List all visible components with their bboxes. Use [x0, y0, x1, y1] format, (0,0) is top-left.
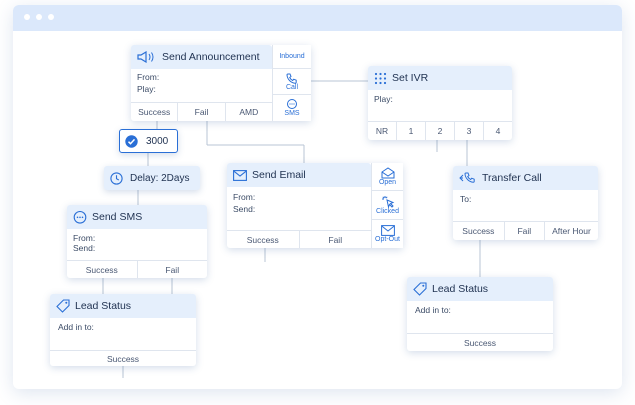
- play-field: Play:: [137, 84, 156, 94]
- side-output-inbound[interactable]: Inbound: [273, 45, 311, 69]
- node-header: Send Announcement: [131, 45, 272, 69]
- node-title: Send SMS: [92, 211, 143, 223]
- clock-icon: [110, 171, 123, 185]
- side-output-open[interactable]: Open: [372, 163, 403, 191]
- side-label: SMS: [284, 110, 300, 117]
- chat-bubble-icon: [73, 210, 87, 224]
- side-label: Call: [285, 83, 299, 91]
- phone-icon: [286, 73, 298, 84]
- node-side-outputs: Open Clicked Opt-Out: [371, 163, 403, 248]
- output-success[interactable]: Success: [227, 231, 300, 248]
- send-email-node[interactable]: Send Email From: Send: Success Fail Open…: [227, 163, 403, 248]
- node-outputs: Success: [50, 350, 196, 366]
- side-label: Inbound: [279, 53, 305, 60]
- lead-status-node[interactable]: Lead Status Add in to: Success: [407, 277, 553, 351]
- node-title: Send Email: [252, 169, 306, 181]
- lead-status-node[interactable]: Lead Status Add in to: Success: [50, 294, 196, 366]
- set-ivr-node[interactable]: Set IVR Play: NR 1 2 3 4: [368, 66, 512, 140]
- add-in-to-field: Add in to:: [58, 322, 94, 332]
- add-in-to-field: Add in to:: [415, 305, 451, 315]
- envelope-icon: [380, 225, 395, 236]
- output-success[interactable]: Success: [50, 351, 196, 366]
- counter-value: 3000: [146, 135, 169, 147]
- output-fail[interactable]: Fail: [138, 261, 208, 278]
- output-4[interactable]: 4: [484, 122, 512, 140]
- side-output-clicked[interactable]: Clicked: [372, 191, 403, 220]
- output-after-hour[interactable]: After Hour: [545, 222, 598, 240]
- output-1[interactable]: 1: [397, 122, 426, 140]
- from-field: From:: [137, 72, 160, 82]
- node-title: Lead Status: [432, 283, 489, 295]
- side-label: Opt-Out: [375, 236, 400, 243]
- to-field: To:: [460, 194, 472, 204]
- node-side-outputs: Inbound Call SMS: [272, 45, 311, 121]
- node-outputs: Success Fail: [227, 230, 371, 248]
- keypad-icon: [374, 72, 387, 85]
- node-header: Lead Status: [407, 277, 553, 301]
- output-3[interactable]: 3: [455, 122, 484, 140]
- send-sms-node[interactable]: Send SMS From: Send: Success Fail: [67, 205, 207, 278]
- transfer-call-node[interactable]: Transfer Call To: Success Fail After Hou…: [453, 166, 598, 240]
- check-circle-icon: [125, 134, 138, 148]
- open-mail-icon: [381, 167, 395, 179]
- envelope-icon: [233, 169, 247, 181]
- output-fail[interactable]: Fail: [178, 103, 226, 121]
- node-outputs: Success: [407, 333, 553, 351]
- output-2[interactable]: 2: [426, 122, 455, 140]
- counter-badge[interactable]: 3000: [119, 129, 178, 153]
- cursor-click-icon: [381, 195, 395, 208]
- node-header: Lead Status: [50, 294, 196, 318]
- side-label: Clicked: [376, 208, 399, 215]
- output-success[interactable]: Success: [407, 334, 553, 351]
- node-header: Transfer Call: [453, 166, 598, 190]
- megaphone-icon: [137, 51, 157, 63]
- play-field: Play:: [374, 94, 393, 104]
- side-label: Open: [378, 179, 397, 186]
- node-outputs: Success Fail: [67, 260, 207, 278]
- send-field: Send:: [233, 204, 256, 214]
- node-outputs: Success Fail After Hour: [453, 221, 598, 240]
- output-success[interactable]: Success: [453, 222, 505, 240]
- node-outputs: Success Fail AMD: [131, 102, 272, 121]
- output-fail[interactable]: Fail: [300, 231, 372, 248]
- output-fail[interactable]: Fail: [505, 222, 545, 240]
- send-field: Send:: [73, 243, 96, 253]
- node-title: Set IVR: [392, 72, 429, 84]
- from-field: From:: [73, 233, 96, 243]
- node-header: Set IVR: [368, 66, 512, 90]
- node-outputs: NR 1 2 3 4: [368, 121, 512, 140]
- chat-bubble-icon: [286, 99, 298, 110]
- output-amd[interactable]: AMD: [226, 103, 272, 121]
- tag-icon: [56, 299, 70, 313]
- node-title: Lead Status: [75, 300, 132, 312]
- node-title: Transfer Call: [482, 172, 542, 184]
- output-success[interactable]: Success: [131, 103, 179, 121]
- delay-step[interactable]: Delay: 2Days: [104, 166, 200, 190]
- from-field: From:: [233, 192, 256, 202]
- side-output-sms[interactable]: SMS: [273, 95, 311, 121]
- output-success[interactable]: Success: [67, 261, 138, 278]
- transfer-phone-icon: [459, 172, 477, 184]
- node-header: Send Email: [227, 163, 371, 187]
- delay-label: Delay: 2Days: [130, 172, 190, 184]
- node-title: Send Announcement: [162, 51, 260, 63]
- send-announcement-node[interactable]: Send Announcement From: Play: Success Fa…: [131, 45, 311, 121]
- side-output-opt-out[interactable]: Opt-Out: [372, 220, 403, 248]
- output-nr[interactable]: NR: [368, 122, 397, 140]
- tag-icon: [413, 282, 427, 296]
- node-header: Send SMS: [67, 205, 207, 229]
- side-output-call[interactable]: Call: [273, 69, 311, 95]
